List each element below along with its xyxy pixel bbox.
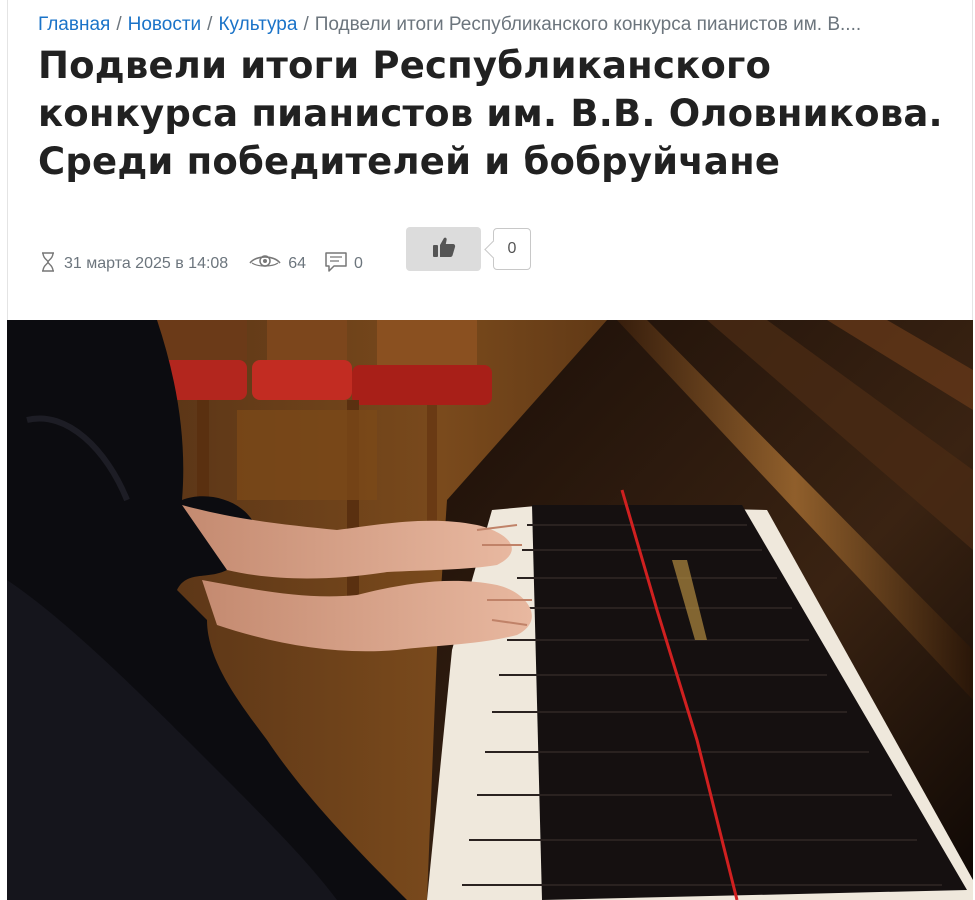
breadcrumb-separator: / — [116, 14, 122, 35]
views-count-text: 64 — [288, 255, 306, 272]
comments-count[interactable]: 0 — [324, 251, 363, 278]
like-button[interactable] — [406, 227, 481, 271]
like-widget: 0 — [406, 227, 531, 271]
pianist-hands-on-piano-image — [7, 320, 973, 900]
breadcrumb-separator: / — [303, 14, 309, 35]
breadcrumb: Главная / Новости / Культура / Подвели итоги Р… — [38, 13, 943, 37]
thumbs-up-icon — [432, 236, 456, 263]
article-meta: 31 марта 2025 в 14:08 64 0 — [38, 248, 381, 280]
like-count: 0 — [493, 228, 531, 270]
comment-icon — [324, 251, 354, 278]
article-title: Подвели итоги Республиканского конкурса … — [38, 44, 943, 183]
article-page: Главная / Новости / Культура / Подвели итоги Р… — [0, 0, 975, 900]
breadcrumb-news-link[interactable]: Новости — [128, 14, 202, 35]
views-count: 64 — [248, 253, 306, 276]
breadcrumb-current: Подвели итоги Республиканского конкурса … — [314, 14, 862, 35]
breadcrumb-culture-link[interactable]: Культура — [218, 14, 297, 35]
comments-count-text: 0 — [354, 255, 363, 272]
eye-icon — [248, 253, 288, 276]
breadcrumb-separator: / — [207, 14, 213, 35]
article-photo — [7, 320, 973, 900]
publish-date: 31 марта 2025 в 14:08 — [38, 251, 228, 278]
publish-date-text: 31 марта 2025 в 14:08 — [64, 255, 229, 272]
hourglass-icon — [38, 251, 64, 278]
breadcrumb-home-link[interactable]: Главная — [38, 14, 110, 35]
